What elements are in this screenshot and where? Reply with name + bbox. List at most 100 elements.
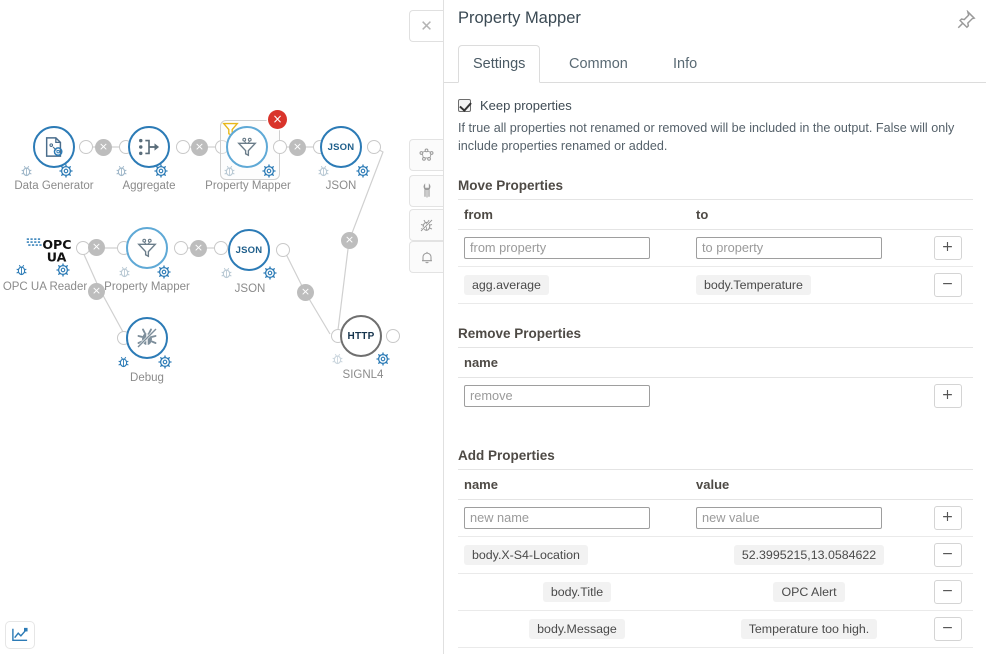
close-icon: ✕ (420, 17, 433, 35)
table-header-row: name (458, 346, 973, 378)
node-label-property-mapper-2: Property Mapper (104, 281, 190, 293)
node-debug-circle[interactable] (126, 317, 168, 359)
flow-canvas[interactable]: Data Generator × Aggregate × × Property … (0, 0, 443, 654)
move-to-input[interactable] (696, 236, 882, 259)
table-header-row: from to (458, 198, 973, 230)
gear-icon[interactable] (261, 163, 277, 179)
add-row-name: body.X-S4-Location (464, 544, 588, 565)
gear-icon[interactable] (355, 163, 371, 179)
move-add-button[interactable]: + (933, 235, 962, 260)
tab-common[interactable]: Common (555, 45, 642, 83)
chart-tab[interactable] (5, 621, 35, 649)
remove-add-button[interactable]: + (933, 383, 962, 408)
move-input-row: + (458, 229, 973, 267)
table-row: body.X-S4-Location 52.3995215,13.0584622… (458, 536, 973, 574)
debug-bug-icon[interactable] (117, 264, 132, 280)
link-delete-button[interactable]: × (191, 139, 208, 156)
debug-bug-icon[interactable] (116, 354, 131, 370)
move-from-input[interactable] (464, 236, 650, 259)
add-remove-button[interactable]: − (933, 579, 962, 604)
wrench-icon (423, 182, 430, 197)
add-value-input[interactable] (696, 506, 882, 529)
node-property-mapper-2-circle[interactable] (126, 227, 168, 269)
add-name-input[interactable] (464, 506, 650, 529)
node-label-data-generator: Data Generator (14, 180, 94, 192)
port-out-property-mapper-1[interactable] (273, 140, 287, 154)
settings-body: Keep properties If true all properties n… (444, 83, 986, 654)
property-panel: Property Mapper Settings Common Info Kee… (443, 0, 986, 654)
gear-icon[interactable] (375, 351, 391, 367)
funnel-icon (137, 238, 157, 258)
add-row-value: OPC Alert (773, 581, 845, 602)
gear-icon[interactable] (58, 163, 74, 179)
node-property-mapper-1-circle[interactable] (226, 126, 268, 168)
debug-bug-icon (420, 218, 433, 232)
link-delete-button[interactable]: × (88, 239, 105, 256)
node-label-opc-ua-reader: OPC UA Reader (2, 281, 88, 293)
add-remove-button[interactable]: − (933, 542, 962, 567)
config-tab[interactable] (409, 175, 443, 207)
gear-icon[interactable] (55, 262, 71, 278)
tab-info[interactable]: Info (659, 45, 711, 83)
debug-bug-icon[interactable] (14, 262, 29, 278)
add-row-value: Temperature too high. (740, 618, 878, 639)
port-out-json-2[interactable] (276, 243, 290, 257)
add-properties-title: Add Properties (458, 447, 555, 463)
node-label-aggregate: Aggregate (122, 180, 176, 192)
keep-properties-help: If true all properties not renamed or re… (458, 121, 955, 154)
add-add-button[interactable]: + (933, 505, 962, 530)
node-label-property-mapper-1: Property Mapper (205, 180, 291, 192)
pin-button[interactable] (956, 9, 976, 30)
col-header-from: from (458, 198, 690, 230)
notifications-tab[interactable] (409, 241, 443, 273)
flow-tab[interactable] (409, 139, 443, 171)
keep-properties-row[interactable]: Keep properties (458, 98, 973, 113)
col-header-spacer (690, 346, 922, 378)
node-aggregate-circle[interactable] (128, 126, 170, 168)
debug-bug-icon[interactable] (114, 163, 129, 179)
node-label-json-1: JSON (325, 180, 357, 192)
port-out-property-mapper-2[interactable] (174, 241, 188, 255)
json-icon: JSON (235, 244, 263, 256)
link-delete-button[interactable]: × (341, 232, 358, 249)
move-row-to: body.Temperature (696, 274, 811, 295)
link-delete-button[interactable]: × (297, 284, 314, 301)
gear-icon[interactable] (262, 265, 278, 281)
port-out-data-generator[interactable] (79, 140, 93, 154)
tab-settings[interactable]: Settings (458, 45, 541, 83)
port-in-json-2[interactable] (214, 241, 228, 255)
col-header-to: to (690, 198, 922, 230)
debug-bug-icon[interactable] (219, 265, 234, 281)
add-remove-button[interactable]: − (933, 616, 962, 641)
close-panel-button[interactable]: ✕ (409, 10, 443, 42)
debug-tab[interactable] (409, 209, 443, 241)
nodes-graph-icon (419, 148, 434, 161)
link-delete-button[interactable]: × (289, 139, 306, 156)
port-out-aggregate[interactable] (176, 140, 190, 154)
col-header-value: value (690, 468, 922, 500)
add-properties-table: name value + (458, 468, 973, 648)
move-remove-button[interactable]: − (933, 272, 962, 297)
json-icon: JSON (327, 141, 355, 153)
debug-bug-icon[interactable] (316, 163, 331, 179)
port-out-json-1[interactable] (367, 140, 381, 154)
gear-icon[interactable] (156, 264, 172, 280)
debug-bug-icon[interactable] (19, 163, 34, 179)
table-row: agg.average body.Temperature − (458, 266, 973, 304)
node-data-generator-circle[interactable] (33, 126, 75, 168)
keep-properties-checkbox[interactable] (458, 99, 471, 112)
node-json-1-circle[interactable]: JSON (320, 126, 362, 168)
node-error-badge[interactable]: × (268, 110, 287, 129)
link-delete-button[interactable]: × (190, 240, 207, 257)
remove-name-input[interactable] (464, 384, 650, 407)
gear-icon[interactable] (157, 354, 173, 370)
gear-icon[interactable] (153, 163, 169, 179)
remove-properties-table: name + (458, 346, 973, 414)
port-out-signl4[interactable] (386, 329, 400, 343)
remove-input-row: + (458, 377, 973, 414)
col-header-action (922, 198, 973, 230)
debug-bug-icon[interactable] (222, 163, 237, 179)
debug-bug-icon[interactable] (330, 351, 345, 367)
col-header-action (922, 468, 973, 500)
link-delete-button[interactable]: × (95, 139, 112, 156)
